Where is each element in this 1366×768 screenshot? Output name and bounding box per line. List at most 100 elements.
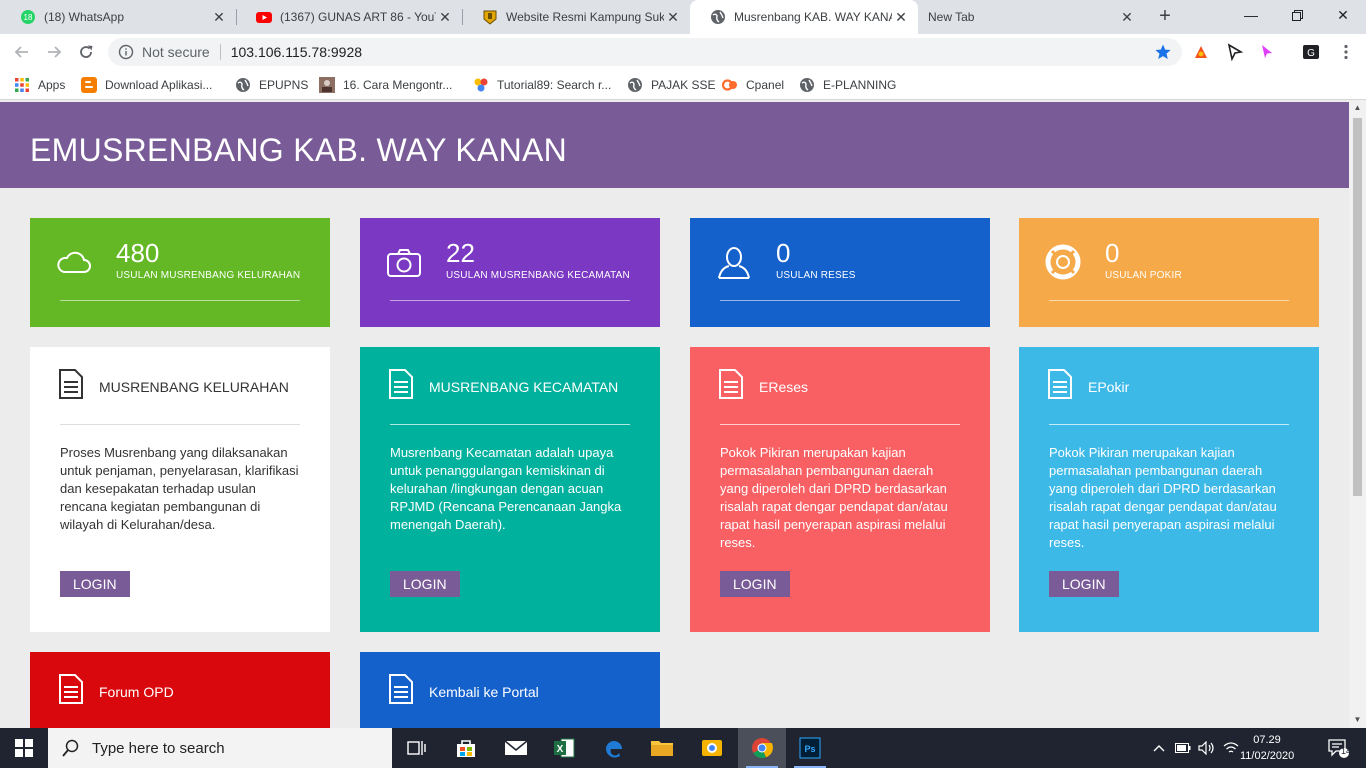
edge-app[interactable] — [590, 728, 638, 768]
network-tray[interactable] — [1220, 728, 1242, 768]
forward-button[interactable] — [42, 40, 66, 64]
pointer-extension-icon[interactable] — [1258, 43, 1276, 61]
bookmarks-bar: Apps Download Aplikasi... EPUPNS 16. Car… — [0, 70, 1366, 100]
page-scrollbar[interactable]: ▲ ▼ — [1349, 100, 1366, 728]
tutorial-icon — [474, 78, 488, 92]
bookmark-star-icon[interactable] — [1154, 43, 1172, 61]
security-label: Not secure — [142, 44, 210, 60]
login-button[interactable]: LOGIN — [1049, 571, 1119, 597]
minimize-button[interactable]: — — [1228, 0, 1274, 30]
mail-app[interactable] — [492, 728, 540, 768]
photoshop-app[interactable]: Ps — [786, 728, 834, 768]
stat-label: USULAN MUSRENBANG KECAMATAN — [446, 270, 630, 281]
wifi-icon — [1223, 742, 1239, 753]
bookmark-tutorial89[interactable]: Tutorial89: Search r... — [473, 76, 611, 94]
info-icon[interactable] — [118, 44, 134, 60]
bookmark-cpanel[interactable]: Cpanel — [722, 76, 784, 94]
bookmark-pajak-sse[interactable]: PAJAK SSE — [627, 76, 715, 94]
chrome-menu-button[interactable] — [1334, 40, 1358, 64]
folder-icon — [651, 741, 673, 756]
close-tab-icon[interactable]: ✕ — [892, 9, 910, 26]
volume-tray[interactable] — [1196, 728, 1218, 768]
battery-tray[interactable] — [1172, 728, 1194, 768]
stat-value: 22 — [446, 238, 475, 268]
back-button[interactable] — [10, 40, 34, 64]
scrollbar-thumb[interactable] — [1353, 118, 1362, 496]
card-forum-opd[interactable]: Forum OPD — [30, 652, 330, 728]
bookmark-download-aplikasi[interactable]: Download Aplikasi... — [81, 76, 212, 94]
bookmark-epupns[interactable]: EPUPNS — [235, 76, 308, 94]
stat-value: 0 — [1105, 238, 1120, 268]
page-header: EMUSRENBANG KAB. WAY KANAN — [0, 102, 1349, 188]
taskbar-clock[interactable]: 07.29 11/02/2020 — [1240, 732, 1294, 764]
tab-whatsapp[interactable]: 18 (18) WhatsApp ✕ — [0, 0, 236, 34]
show-hidden-icons-button[interactable] — [1150, 728, 1168, 768]
stat-box-kecamatan: 22 USULAN MUSRENBANG KECAMATAN — [360, 218, 660, 327]
notification-center-button[interactable]: 14 — [1318, 728, 1358, 768]
globe-icon — [710, 9, 726, 25]
store-app[interactable] — [442, 728, 490, 768]
card-kembali-ke-portal[interactable]: Kembali ke Portal — [360, 652, 660, 728]
login-button[interactable]: LOGIN — [60, 571, 130, 597]
bookmark-apps[interactable]: Apps — [14, 76, 65, 94]
tab-title: Website Resmi Kampung Sukoharjo — [506, 10, 664, 24]
tab-newtab[interactable]: New Tab ✕ — [918, 0, 1144, 34]
task-view-icon — [407, 741, 426, 755]
login-button[interactable]: LOGIN — [720, 571, 790, 597]
clock-date: 11/02/2020 — [1240, 750, 1295, 762]
close-tab-icon[interactable]: ✕ — [664, 9, 682, 26]
chrome-app[interactable] — [738, 728, 786, 768]
url-text[interactable]: 103.106.115.78:9928 — [231, 44, 362, 60]
excel-app[interactable]: X — [540, 728, 588, 768]
tab-title: (1367) GUNAS ART 86 - YouTube — [280, 10, 436, 24]
card-title: MUSRENBANG KECAMATAN — [429, 379, 619, 395]
close-window-button[interactable]: ✕ — [1320, 0, 1366, 30]
search-placeholder: Type here to search — [92, 739, 225, 757]
close-tab-icon[interactable]: ✕ — [210, 9, 228, 26]
tab-kampung[interactable]: Website Resmi Kampung Sukoharjo ✕ — [462, 0, 690, 34]
chrome-icon — [752, 738, 773, 759]
mail-icon — [504, 740, 528, 755]
edge-icon — [606, 741, 622, 758]
stat-value: 0 — [776, 238, 791, 268]
maximize-button[interactable] — [1274, 0, 1320, 30]
start-button[interactable] — [0, 728, 48, 768]
document-icon — [389, 674, 413, 704]
cloud-icon — [57, 251, 91, 273]
blogger-icon — [81, 77, 97, 93]
photo-viewer-app[interactable] — [688, 728, 736, 768]
card-title: MUSRENBANG KELURAHAN — [99, 379, 289, 395]
card-musrenbang-kecamatan: MUSRENBANG KECAMATAN Musrenbang Kecamata… — [360, 347, 660, 632]
store-icon — [457, 740, 475, 757]
extension-icon[interactable] — [1192, 43, 1210, 61]
document-icon — [719, 369, 743, 399]
profile-extension-icon[interactable]: G — [1302, 43, 1320, 61]
new-tab-button[interactable]: + — [1155, 6, 1175, 26]
card-ereses: EReses Pokok Pikiran merupakan kajian pe… — [690, 347, 990, 632]
svg-text:Ps: Ps — [804, 744, 815, 754]
reload-icon — [80, 45, 93, 58]
apps-grid-icon — [15, 78, 29, 92]
bookmark-cara-mengontrol[interactable]: 16. Cara Mengontr... — [319, 76, 452, 94]
close-tab-icon[interactable]: ✕ — [436, 9, 454, 26]
file-explorer-app[interactable] — [638, 728, 686, 768]
document-icon — [389, 369, 413, 399]
bookmark-e-planning[interactable]: E-PLANNING — [799, 76, 896, 94]
login-button[interactable]: LOGIN — [390, 571, 460, 597]
tab-strip: 18 (18) WhatsApp ✕ (1367) GUNAS ART 86 -… — [0, 0, 1366, 34]
arrow-left-icon — [14, 46, 28, 58]
cursor-extension-icon[interactable] — [1226, 43, 1244, 61]
photo-viewer-icon — [702, 740, 722, 756]
stat-box-pokir: 0 USULAN POKIR — [1019, 218, 1319, 327]
task-view-button[interactable] — [392, 728, 440, 768]
reload-button[interactable] — [74, 40, 98, 64]
tab-youtube[interactable]: (1367) GUNAS ART 86 - YouTube ✕ — [236, 0, 462, 34]
tab-musrenbang[interactable]: Musrenbang KAB. WAY KANAN ✕ — [690, 0, 918, 34]
taskbar-search[interactable]: Type here to search — [48, 728, 392, 768]
close-tab-icon[interactable]: ✕ — [1118, 9, 1136, 26]
chevron-up-icon — [1153, 745, 1165, 752]
svg-text:G: G — [1307, 48, 1315, 59]
stat-box-kelurahan: 480 USULAN MUSRENBANG KELURAHAN — [30, 218, 330, 327]
speaker-icon — [1198, 741, 1214, 755]
address-bar[interactable]: Not secure 103.106.115.78:9928 — [108, 38, 1182, 66]
